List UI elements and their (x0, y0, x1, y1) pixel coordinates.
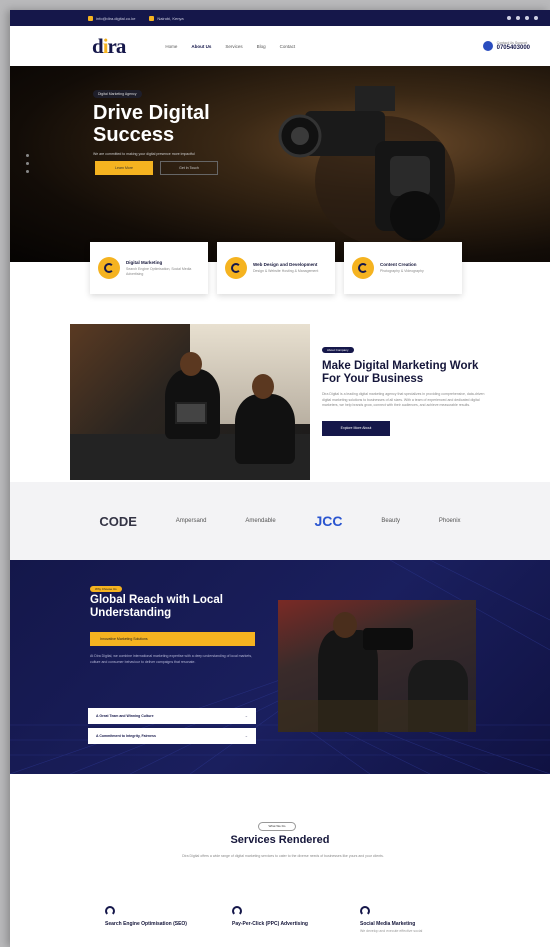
hero-badge: Digital Marketing Agency (93, 90, 142, 98)
topbar-address: Nairobi, Kenya (157, 15, 184, 21)
services-title: Services Rendered (230, 834, 330, 846)
services-section: What We Do Services Rendered Dira Digita… (10, 774, 550, 947)
arrow-right-icon: → (244, 714, 249, 718)
feature-card-digital-marketing[interactable]: Digital Marketing Search Engine Optimisat… (90, 242, 208, 294)
global-list-item[interactable]: A Great Team and Winning Culture → (88, 708, 256, 724)
hero-section: Digital Marketing Agency Drive Digital Su… (10, 66, 550, 262)
call-box[interactable]: Contact Us Support 0705403000 (482, 41, 530, 51)
global-reach-section: Why Choose Us Global Reach with Local Un… (10, 560, 550, 774)
nav-item-home[interactable]: Home (165, 44, 177, 49)
client-logo: Amendable (245, 518, 276, 524)
top-bar: info@dira.digital.co.ke Nairobi, Kenya (10, 10, 550, 26)
web-icon (225, 257, 247, 279)
services-tag: What We Do (258, 822, 296, 831)
social-icon (360, 906, 370, 916)
nav-item-about[interactable]: About Us (191, 44, 211, 49)
nav-item-contact[interactable]: Contact (280, 44, 296, 49)
marketing-icon (98, 257, 120, 279)
page: info@dira.digital.co.ke Nairobi, Kenya d… (10, 10, 550, 947)
client-logo: Phoenix (438, 518, 461, 524)
about-body: Dira Digital is a leading digital market… (322, 392, 485, 407)
global-body: At Dira Digital, we combine internationa… (90, 654, 253, 664)
nav-menu: Home About Us Services Blog Contact (165, 44, 295, 49)
feature-card-content[interactable]: Content Creation Photography & Videograph… (344, 242, 462, 294)
service-item-ppc[interactable]: Pay-Per-Click (PPC) Advertising (232, 906, 342, 929)
get-in-touch-button[interactable]: Get In Touch (160, 161, 218, 175)
client-logo: JCC (314, 513, 343, 529)
slider-dots[interactable] (26, 154, 29, 173)
linkedin-icon[interactable] (534, 16, 538, 20)
client-logos: CODE Ampersand Amendable JCC Beauty Phoe… (10, 482, 550, 560)
arrow-right-icon: → (244, 734, 249, 738)
twitter-icon[interactable] (525, 16, 529, 20)
global-tag: Why Choose Us (90, 586, 122, 592)
client-logo: Beauty (381, 518, 401, 524)
camera-illustration (278, 86, 455, 246)
feature-card-web-design[interactable]: Web Design and Development Design & Websi… (217, 242, 335, 294)
topbar-email[interactable]: info@dira.digital.co.ke (96, 16, 135, 21)
global-title: Global Reach with Local Understanding (90, 594, 223, 619)
client-logo: CODE (99, 513, 137, 529)
global-list-item[interactable]: A Commitment to Integrity, Fairness → (88, 728, 256, 744)
feature-cards: Digital Marketing Search Engine Optimisat… (90, 242, 462, 294)
global-highlight: Innovative Marketing Solutions (90, 632, 255, 646)
about-image (70, 324, 310, 480)
learn-more-button[interactable]: Learn More (95, 161, 153, 175)
services-intro: Dira Digital offers a wide range of digi… (182, 854, 384, 858)
ppc-icon (232, 906, 242, 916)
site-logo[interactable]: dira (92, 34, 126, 59)
service-item-social[interactable]: Social Media Marketing We develop and exe… (360, 906, 470, 933)
seo-icon (105, 906, 115, 916)
phone-icon (482, 41, 493, 51)
nav-item-services[interactable]: Services (225, 44, 242, 49)
location-icon (149, 15, 155, 21)
content-icon (352, 257, 374, 279)
videographer-image (278, 600, 476, 732)
facebook-icon[interactable] (507, 16, 511, 20)
mail-icon (88, 15, 93, 21)
explore-more-button[interactable]: Explore More About (322, 420, 390, 436)
service-item-seo[interactable]: Search Engine Optimisation (SEO) (105, 906, 215, 929)
hero-title: Drive Digital Success (93, 102, 210, 146)
about-text: About Company Make Digital Marketing Wor… (322, 338, 492, 436)
client-logo: Ampersand (175, 518, 207, 524)
about-tag: About Company (322, 347, 354, 353)
call-number[interactable]: 0705403000 (497, 45, 530, 51)
instagram-icon[interactable] (516, 16, 520, 20)
hero-subtitle: We are committed to making your digital … (93, 152, 195, 156)
about-title: Make Digital Marketing Work For Your Bus… (322, 360, 479, 385)
nav-item-blog[interactable]: Blog (257, 44, 266, 49)
main-nav: dira Home About Us Services Blog Contact… (10, 26, 550, 66)
